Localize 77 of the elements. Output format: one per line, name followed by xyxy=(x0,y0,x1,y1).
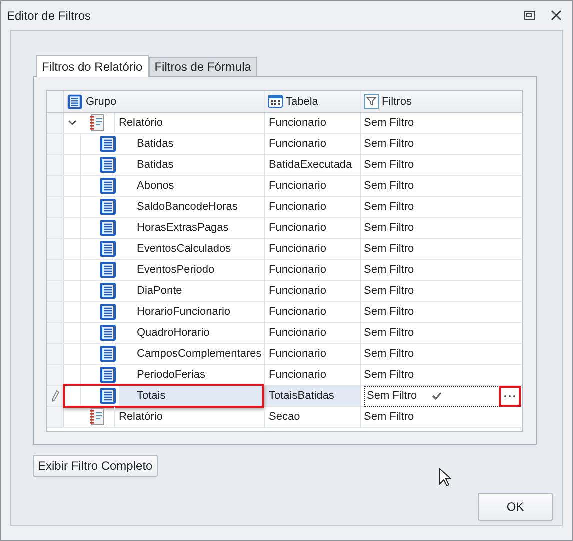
table-name: Funcionario xyxy=(269,138,326,150)
filter-value: Sem Filtro xyxy=(364,159,414,171)
table-name: Funcionario xyxy=(269,264,326,276)
ellipsis-button[interactable] xyxy=(501,388,519,404)
list-icon xyxy=(99,387,117,405)
table-name: Funcionario xyxy=(269,327,326,339)
filter-value: Sem Filtro xyxy=(364,264,414,276)
list-icon xyxy=(99,219,117,237)
table-name: Funcionario xyxy=(269,117,326,129)
table-name: Funcionario xyxy=(269,306,326,318)
funnel-icon xyxy=(364,94,379,109)
list-icon xyxy=(99,366,117,384)
list-icon xyxy=(99,324,117,342)
filter-field[interactable]: Sem Filtro xyxy=(364,386,520,406)
row-header[interactable] xyxy=(47,386,64,406)
filter-value: Sem Filtro xyxy=(364,306,414,318)
column-header[interactable]: Grupo xyxy=(67,94,117,110)
filter-value: Sem Filtro xyxy=(364,243,414,255)
filter-value: Sem Filtro xyxy=(364,411,414,423)
table-name: Funcionario xyxy=(269,285,326,297)
list-icon xyxy=(99,261,117,279)
pencil-icon xyxy=(50,390,60,402)
calendar-icon xyxy=(268,94,283,109)
table-name: Funcionario xyxy=(269,180,326,192)
table-name: BatidaExecutada xyxy=(269,159,352,171)
list-icon xyxy=(99,240,117,258)
notebook-icon xyxy=(89,114,105,132)
list-icon xyxy=(99,135,117,153)
chevron-icon[interactable] xyxy=(68,120,76,126)
tab[interactable]: Filtros do Relatório xyxy=(36,55,149,77)
group-name: Relatório xyxy=(119,411,164,423)
ellipsis-icon xyxy=(504,394,516,398)
table-name: Funcionario xyxy=(269,369,326,381)
table-name: Funcionario xyxy=(269,243,326,255)
group-name: PeriodoFerias xyxy=(137,369,206,381)
group-name: Relatório xyxy=(119,117,164,129)
list-icon xyxy=(67,94,83,110)
group-name: EventosCalculados xyxy=(137,243,232,255)
group-name: EventosPeriodo xyxy=(137,264,215,276)
filter-value: Sem Filtro xyxy=(364,369,414,381)
table-name: Secao xyxy=(269,411,300,423)
notebook-icon xyxy=(89,408,105,426)
filter-value: Sem Filtro xyxy=(364,138,414,150)
show-filter-button[interactable]: Exibir Filtro Completo xyxy=(33,455,158,477)
table-name: Funcionario xyxy=(269,222,326,234)
filter-value: Sem Filtro xyxy=(364,222,414,234)
filter-value: Sem Filtro xyxy=(364,180,414,192)
group-name: Totais xyxy=(137,390,166,402)
group-name: CamposComplementares xyxy=(137,348,262,360)
group-name: Batidas xyxy=(137,159,174,171)
column-header[interactable]: Filtros xyxy=(364,94,412,109)
group-name: DiaPonte xyxy=(137,285,182,297)
table-name: TotaisBatidas xyxy=(269,390,334,402)
column-header[interactable]: Tabela xyxy=(268,94,318,109)
window-title: Editor de Filtros xyxy=(7,8,92,22)
filter-value: Sem Filtro xyxy=(364,348,414,360)
list-icon xyxy=(99,177,117,195)
table-name: Funcionario xyxy=(269,201,326,213)
filter-value: Sem Filtro xyxy=(364,117,414,129)
filter-value: Sem Filtro xyxy=(364,201,414,213)
cursor-icon xyxy=(439,468,452,488)
ok-button[interactable]: OK xyxy=(478,493,553,521)
table-name: Funcionario xyxy=(269,348,326,360)
list-icon xyxy=(99,198,117,216)
filter-value: Sem Filtro xyxy=(364,327,414,339)
list-icon xyxy=(99,345,117,363)
list-icon xyxy=(99,156,117,174)
group-name: QuadroHorario xyxy=(137,327,210,339)
group-name: HorasExtrasPagas xyxy=(137,222,229,234)
list-icon xyxy=(99,303,117,321)
list-icon xyxy=(99,282,117,300)
group-name: Abonos xyxy=(137,180,174,192)
filter-value: Sem Filtro xyxy=(364,285,414,297)
group-name: Batidas xyxy=(137,138,174,150)
tab[interactable]: Filtros de Fórmula xyxy=(148,57,258,76)
group-name: HorarioFuncionario xyxy=(137,306,231,318)
group-name: SaldoBancodeHoras xyxy=(137,201,238,213)
